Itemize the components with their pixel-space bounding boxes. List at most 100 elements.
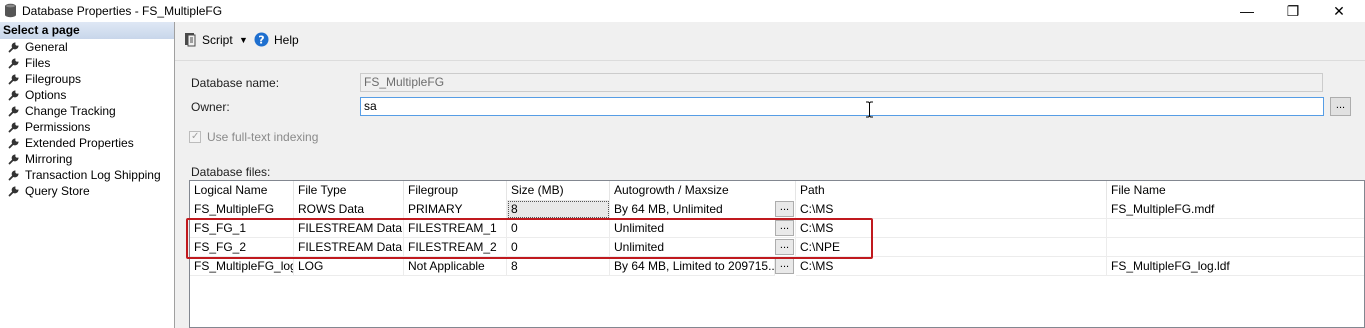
close-button[interactable]: ✕ [1316, 0, 1362, 22]
cell-file-type[interactable]: FILESTREAM Data [294, 219, 404, 238]
toolbar: Script ▼ ? Help [175, 22, 1365, 61]
column-header-size[interactable]: Size (MB) [507, 181, 610, 200]
cell-filegroup[interactable]: Not Applicable [404, 257, 507, 276]
maximize-button[interactable]: ❐ [1270, 0, 1316, 22]
grid-header-row: Logical Name File Type Filegroup Size (M… [190, 181, 1364, 200]
cell-path[interactable]: C:\MS [796, 257, 1107, 276]
cell-autogrowth[interactable]: Unlimited [610, 219, 796, 238]
wrench-icon [8, 90, 19, 101]
minimize-button[interactable]: — [1224, 0, 1270, 22]
wrench-icon [8, 138, 19, 149]
cell-autogrowth[interactable]: Unlimited [610, 238, 796, 257]
sidebar-item-label: Permissions [25, 120, 91, 134]
help-button[interactable]: ? Help [254, 31, 299, 49]
sidebar-item-label: Options [25, 88, 67, 102]
sidebar-item-permissions[interactable]: Permissions [0, 119, 174, 135]
full-text-indexing-checkbox: ✓ [189, 131, 201, 143]
sidebar-item-options[interactable]: Options [0, 87, 174, 103]
cell-size[interactable]: 0 [507, 238, 610, 257]
script-icon [185, 33, 196, 47]
text-cursor-icon [866, 101, 873, 118]
table-row[interactable]: FS_FG_1 FILESTREAM Data FILESTREAM_1 0 U… [190, 219, 1364, 238]
wrench-icon [8, 74, 19, 85]
wrench-icon [8, 154, 19, 165]
sidebar-item-mirroring[interactable]: Mirroring [0, 151, 174, 167]
full-text-indexing-label: Use full-text indexing [207, 130, 319, 144]
sidebar-item-files[interactable]: Files [0, 55, 174, 71]
sidebar-item-transaction-log-shipping[interactable]: Transaction Log Shipping [0, 167, 174, 183]
wrench-icon [8, 106, 19, 117]
sidebar-item-label: Change Tracking [25, 104, 116, 118]
window-title: Database Properties - FS_MultipleFG [22, 4, 223, 18]
cell-file-name[interactable] [1107, 219, 1364, 238]
table-row[interactable]: FS_MultipleFG ROWS Data PRIMARY 8 By 64 … [190, 200, 1364, 219]
wrench-icon [8, 42, 19, 53]
sidebar-item-query-store[interactable]: Query Store [0, 183, 174, 199]
cell-autogrowth[interactable]: By 64 MB, Limited to 209715... [610, 257, 775, 276]
cell-file-type[interactable]: LOG [294, 257, 404, 276]
owner-field[interactable]: sa [360, 97, 1324, 116]
database-files-grid: Logical Name File Type Filegroup Size (M… [189, 180, 1365, 328]
autogrowth-button[interactable]: ... [775, 220, 794, 236]
database-files-label: Database files: [191, 165, 271, 179]
cell-file-name[interactable]: FS_MultipleFG_log.ldf [1107, 257, 1364, 276]
cell-filegroup[interactable]: FILESTREAM_1 [404, 219, 507, 238]
cell-filegroup[interactable]: FILESTREAM_2 [404, 238, 507, 257]
sidebar-item-extended-properties[interactable]: Extended Properties [0, 135, 174, 151]
column-header-file-type[interactable]: File Type [294, 181, 404, 200]
sidebar-item-filegroups[interactable]: Filegroups [0, 71, 174, 87]
help-label: Help [274, 33, 299, 47]
sidebar-item-label: Query Store [25, 184, 90, 198]
cell-size[interactable]: 8 [507, 200, 610, 219]
column-header-path[interactable]: Path [796, 181, 1107, 200]
cell-size[interactable]: 0 [507, 219, 610, 238]
main-panel: Script ▼ ? Help Database name: FS_Multip… [175, 22, 1365, 328]
cell-file-name[interactable]: FS_MultipleFG.mdf [1107, 200, 1364, 219]
cell-logical-name[interactable]: FS_MultipleFG [190, 200, 294, 219]
owner-browse-button[interactable]: ... [1330, 97, 1351, 116]
cell-path[interactable]: C:\MS [796, 200, 1107, 219]
column-header-autogrowth[interactable]: Autogrowth / Maxsize [610, 181, 796, 200]
cell-file-type[interactable]: FILESTREAM Data [294, 238, 404, 257]
sidebar-item-label: Files [25, 56, 51, 70]
autogrowth-button[interactable]: ... [775, 258, 794, 274]
database-icon [5, 3, 16, 18]
autogrowth-button[interactable]: ... [775, 201, 794, 217]
autogrowth-button[interactable]: ... [775, 239, 794, 255]
cell-file-type[interactable]: ROWS Data [294, 200, 404, 219]
sidebar-item-label: General [25, 40, 68, 54]
wrench-icon [8, 122, 19, 133]
database-name-field: FS_MultipleFG [360, 73, 1323, 92]
help-icon: ? [254, 32, 269, 47]
wrench-icon [8, 58, 19, 69]
page-list: General Files Filegroups Options Change Trac… [0, 39, 174, 199]
sidebar-item-general[interactable]: General [0, 39, 174, 55]
sidebar-item-label: Transaction Log Shipping [25, 168, 161, 182]
cell-filegroup[interactable]: PRIMARY [404, 200, 507, 219]
script-label: Script [202, 33, 233, 47]
page-selector-header: Select a page [0, 22, 174, 39]
script-dropdown-arrow-icon[interactable]: ▼ [239, 31, 248, 49]
cell-logical-name[interactable]: FS_MultipleFG_log [190, 257, 294, 276]
cell-autogrowth[interactable]: By 64 MB, Unlimited [610, 200, 796, 219]
cell-path[interactable]: C:\MS [796, 219, 1107, 238]
database-name-label: Database name: [191, 76, 280, 90]
page-selector: Select a page General Files Filegroups Opti… [0, 22, 175, 328]
cell-logical-name[interactable]: FS_FG_1 [190, 219, 294, 238]
sidebar-item-change-tracking[interactable]: Change Tracking [0, 103, 174, 119]
table-row[interactable]: FS_FG_2 FILESTREAM Data FILESTREAM_2 0 U… [190, 238, 1364, 257]
sidebar-item-label: Filegroups [25, 72, 82, 86]
cell-path[interactable]: C:\NPE [796, 238, 1107, 257]
sidebar-item-label: Mirroring [25, 152, 73, 166]
cell-file-name[interactable] [1107, 238, 1364, 257]
owner-label: Owner: [191, 100, 230, 114]
table-row[interactable]: FS_MultipleFG_log LOG Not Applicable 8 B… [190, 257, 1364, 276]
wrench-icon [8, 170, 19, 181]
sidebar-item-label: Extended Properties [25, 136, 134, 150]
column-header-filegroup[interactable]: Filegroup [404, 181, 507, 200]
column-header-logical-name[interactable]: Logical Name [190, 181, 294, 200]
script-button[interactable]: Script [182, 31, 233, 49]
cell-logical-name[interactable]: FS_FG_2 [190, 238, 294, 257]
cell-size[interactable]: 8 [507, 257, 610, 276]
column-header-file-name[interactable]: File Name [1107, 181, 1364, 200]
